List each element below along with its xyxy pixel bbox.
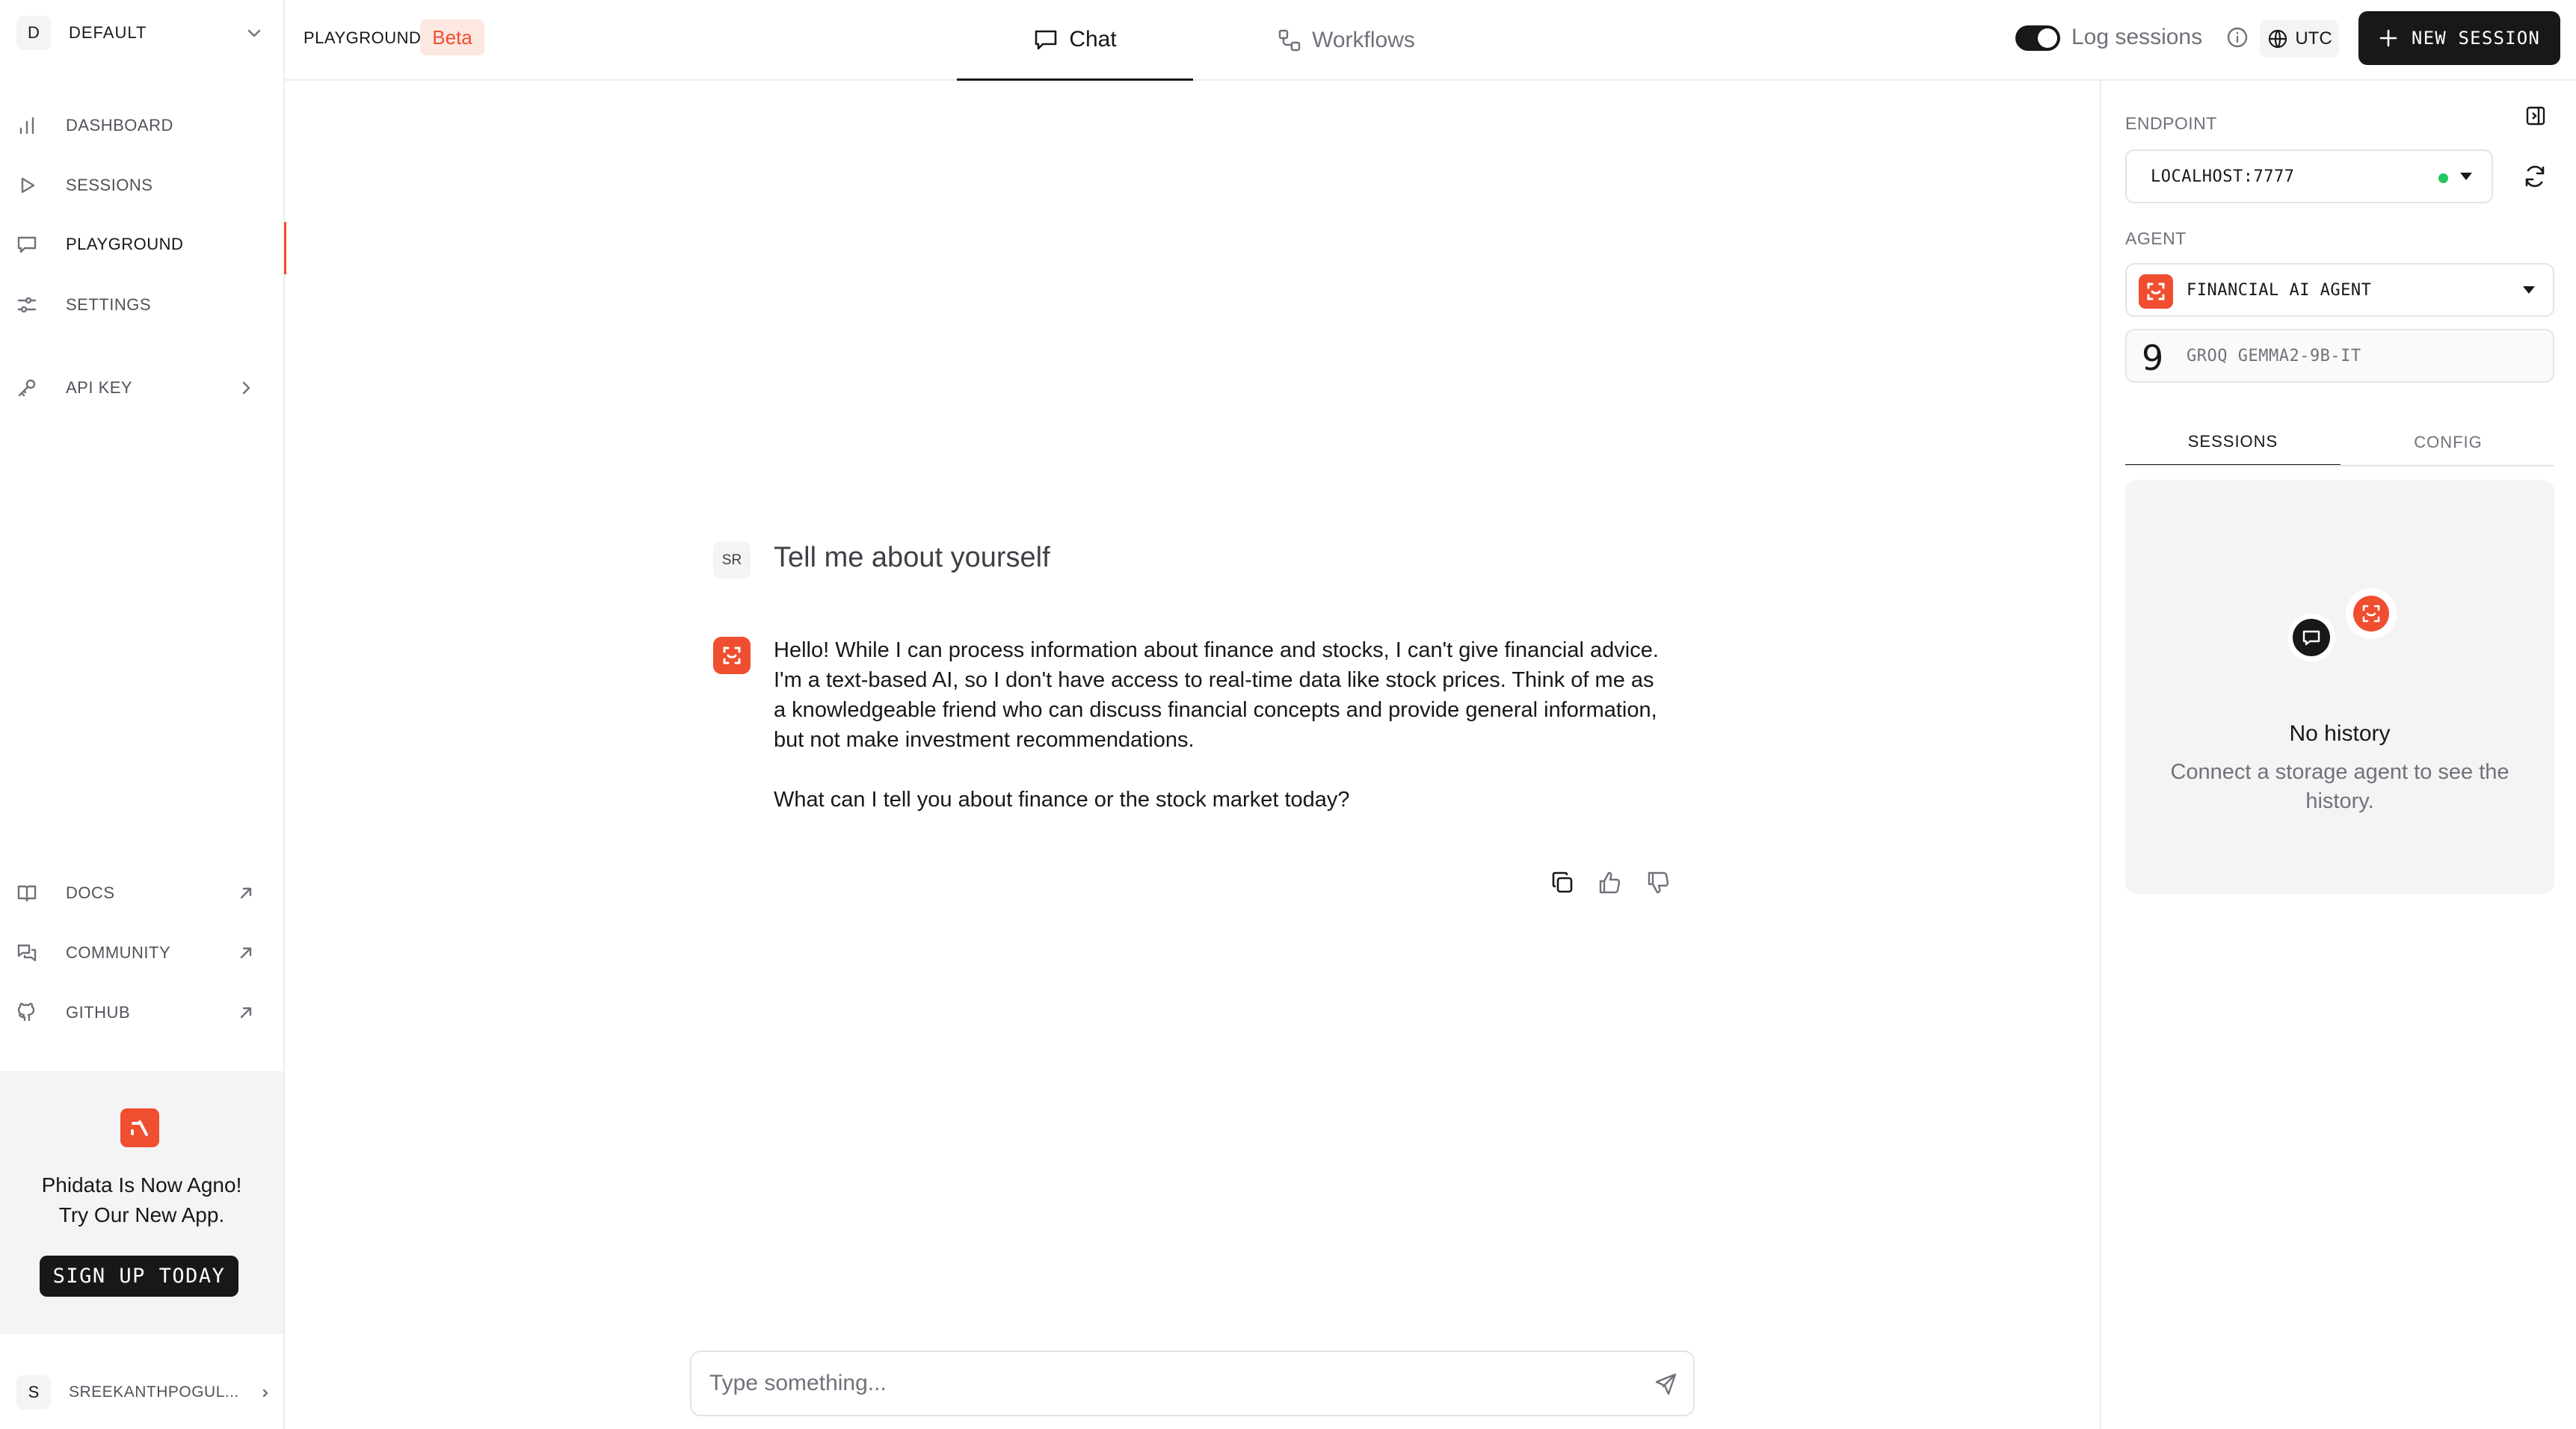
copy-icon[interactable]: [1549, 869, 1576, 896]
nav-label: SESSIONS: [66, 176, 153, 194]
workflow-icon: [1278, 29, 1301, 52]
user-menu[interactable]: S SREEKANTHPOGUL...: [16, 1375, 271, 1410]
nav-item-dashboard[interactable]: DASHBOARD: [0, 103, 285, 148]
thumbs-down-icon[interactable]: [1645, 869, 1672, 896]
book-icon: [17, 885, 37, 902]
endpoint-select[interactable]: LOCALHOST:7777: [2125, 149, 2493, 203]
chevron-down-icon: [247, 29, 261, 37]
timezone-label: UTC: [2295, 28, 2332, 49]
sliders-icon: [17, 297, 37, 313]
agent-message-paragraph: What can I tell you about finance or the…: [774, 788, 1350, 812]
promo-title: Phidata Is Now Agno!: [41, 1173, 242, 1197]
log-sessions-toggle[interactable]: [2015, 25, 2060, 51]
tab-workflows[interactable]: Workflows: [1228, 0, 1464, 81]
sign-up-button[interactable]: SIGN UP TODAY: [40, 1256, 238, 1297]
user-avatar: S: [16, 1375, 51, 1410]
new-session-button[interactable]: NEW SESSION: [2358, 11, 2560, 65]
agent-message-paragraph: Hello! While I can process information a…: [774, 638, 1659, 752]
timezone-selector[interactable]: UTC: [2260, 20, 2339, 58]
user-message-avatar: SR: [713, 542, 751, 579]
message-square-icon: [17, 236, 37, 253]
groq-icon: 9: [2142, 338, 2164, 378]
panel-toggle-icon[interactable]: [2524, 105, 2547, 127]
history-title: No history: [2289, 721, 2391, 746]
nav-item-settings[interactable]: SETTINGS: [0, 283, 285, 327]
nav-label: PLAYGROUND: [66, 235, 184, 253]
agent-select[interactable]: FINANCIAL AI AGENT: [2125, 263, 2554, 317]
caret-down-icon: [2460, 173, 2472, 180]
workspace-name: DEFAULT: [69, 23, 147, 42]
link-label: COMMUNITY: [66, 943, 171, 962]
tab-config[interactable]: CONFIG: [2341, 419, 2556, 466]
endpoint-label: ENDPOINT: [2125, 114, 2217, 133]
external-link-icon: [240, 887, 252, 899]
messages-icon: [17, 944, 37, 962]
model-value: GROQ GEMMA2-9B-IT: [2187, 346, 2361, 365]
promo-card: Phidata Is Now Agno! Try Our New App. SI…: [0, 1071, 283, 1334]
right-panel: ENDPOINT LOCALHOST:7777 AGENT FINANCIAL …: [2100, 81, 2576, 1429]
beta-badge: Beta: [420, 19, 484, 55]
agent-bubble-icon: [2346, 588, 2397, 639]
chevron-right-icon: [262, 1389, 268, 1398]
nav-item-sessions[interactable]: SESSIONS: [0, 163, 285, 208]
agent-message: Hello! While I can process information a…: [774, 635, 1671, 845]
link-github[interactable]: GITHUB: [0, 990, 285, 1035]
caret-down-icon: [2523, 286, 2535, 294]
info-icon[interactable]: [2226, 26, 2249, 49]
endpoint-status-dot: [2438, 173, 2448, 183]
agent-avatar: [713, 637, 751, 674]
external-link-icon: [240, 1007, 252, 1019]
chevron-right-icon: [242, 381, 250, 395]
agent-icon: [2139, 274, 2173, 309]
tab-label: Chat: [1069, 26, 1117, 52]
tab-chat[interactable]: Chat: [957, 0, 1193, 81]
agent-label: AGENT: [2125, 229, 2187, 248]
tab-divider: [2125, 465, 2554, 466]
history-empty-state: No history Connect a storage agent to se…: [2125, 480, 2554, 894]
send-icon[interactable]: [1653, 1371, 1678, 1397]
nav-item-playground[interactable]: PLAYGROUND: [0, 222, 286, 274]
link-docs[interactable]: DOCS: [0, 871, 285, 916]
message-square-icon: [1035, 30, 1057, 49]
user-message: Tell me about yourself: [774, 542, 1050, 573]
history-description: Connect a storage agent to see the histo…: [2170, 760, 2509, 813]
nav-item-api-key[interactable]: API KEY: [0, 365, 285, 410]
bar-chart-icon: [19, 117, 34, 135]
link-label: GITHUB: [66, 1003, 131, 1022]
sidebar: D DEFAULT DASHBOARD SESSIONS PLAYGROUND …: [0, 0, 286, 1429]
tab-label: Workflows: [1312, 28, 1415, 52]
agno-logo: [120, 1108, 159, 1147]
nav-label: SETTINGS: [66, 295, 152, 314]
agent-value: FINANCIAL AI AGENT: [2187, 280, 2372, 300]
model-field: 9 GROQ GEMMA2-9B-IT: [2125, 329, 2554, 383]
chat-input-box: [690, 1351, 1695, 1416]
section-title: PLAYGROUND: [303, 28, 422, 47]
plus-icon: [2379, 29, 2397, 47]
link-community[interactable]: COMMUNITY: [0, 930, 285, 975]
endpoint-value: LOCALHOST:7777: [2151, 167, 2295, 186]
thumbs-up-icon[interactable]: [1597, 869, 1624, 896]
refresh-icon[interactable]: [2521, 163, 2548, 190]
nav-label: DASHBOARD: [66, 116, 173, 135]
external-link-icon: [240, 947, 252, 959]
workspace-switcher[interactable]: D DEFAULT: [16, 16, 263, 50]
tab-sessions[interactable]: SESSIONS: [2125, 419, 2341, 466]
globe-icon: [2269, 29, 2287, 49]
workspace-avatar: D: [16, 16, 51, 50]
log-sessions-label: Log sessions: [2071, 25, 2203, 49]
link-label: DOCS: [66, 883, 115, 902]
top-bar: PLAYGROUND Beta Chat Workflows Log sessi…: [285, 0, 2576, 81]
github-icon: [17, 1002, 35, 1022]
promo-subtitle: Try Our New App.: [58, 1203, 225, 1226]
key-icon: [18, 379, 36, 397]
nav-label: API KEY: [66, 378, 133, 397]
chat-input[interactable]: [709, 1367, 1606, 1400]
user-name: SREEKANTHPOGUL...: [69, 1383, 239, 1401]
new-session-label: NEW SESSION: [2411, 28, 2541, 49]
play-icon: [21, 177, 35, 194]
chat-bubble-icon: [2287, 614, 2335, 661]
